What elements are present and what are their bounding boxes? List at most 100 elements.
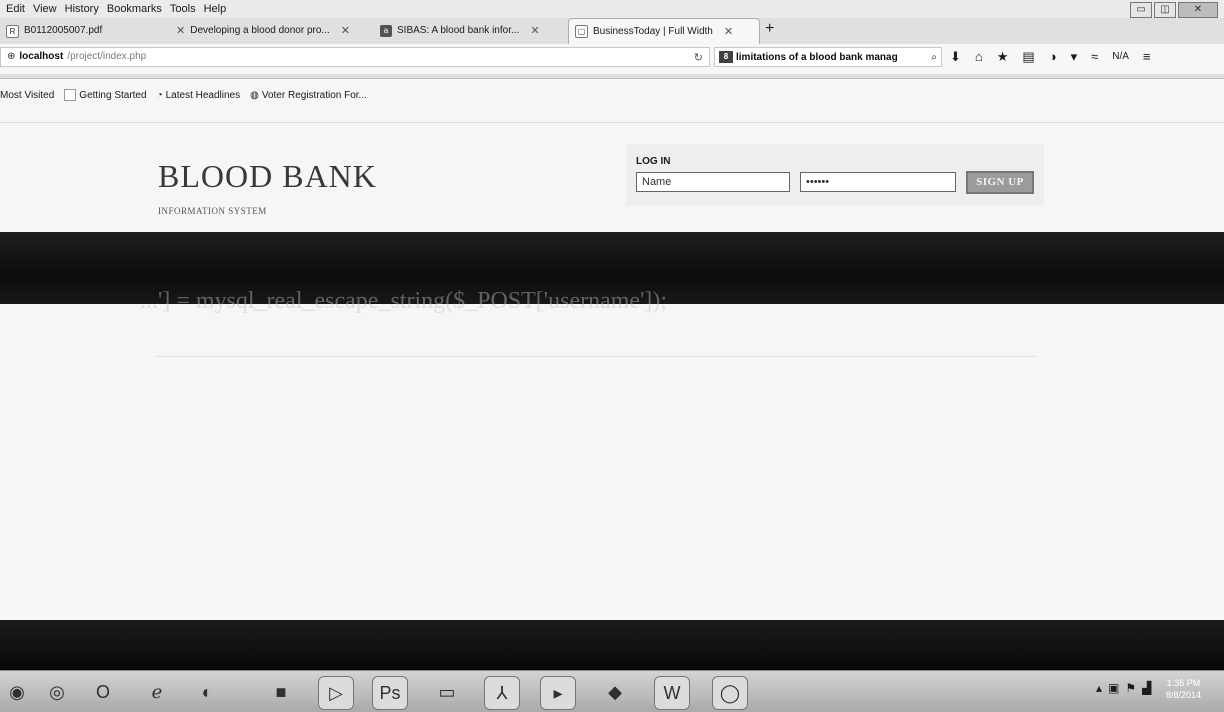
taskbar-explorer[interactable]: ▭ [430,676,464,708]
bookmark-latest-headlines[interactable]: ◔ Latest Headlines [157,90,241,101]
globe-icon: ⊕ [7,51,16,62]
navigation-row: ⊕ localhost/project/index.php ↻ 8 limitat… [0,44,1224,74]
flag-icon[interactable]: ⚑ [1125,681,1136,695]
bookmarks-bar: Most Visited Getting Started ◔ Latest Hea… [0,86,1224,104]
photoshop-icon: Ps [379,682,401,703]
acrobat-icon: ⅄ [496,682,508,703]
home-icon[interactable]: ⌂ [975,49,983,65]
tab-pdf[interactable]: R B0112005007.pdf [0,18,170,44]
new-tab-button[interactable]: + [765,20,774,38]
url-host: localhost [19,51,64,62]
page-icon: ▢ [575,25,588,38]
star-icon[interactable]: ★ [997,49,1009,65]
tray-arrow-icon[interactable]: ▴ [1096,681,1102,695]
addon-icon[interactable]: ◑ [1049,49,1057,65]
search-engine-icon[interactable]: 8 [719,51,733,64]
menu-bar: Edit View History Bookmarks Tools Help ▭… [0,0,1224,18]
search-icon[interactable]: ⌕ [931,48,937,66]
tab-sibas[interactable]: a SIBAS: A blood bank infor... ✕ [374,18,564,44]
menu-bookmarks[interactable]: Bookmarks [107,3,162,15]
menu-help[interactable]: Help [204,3,227,15]
taskbar-acrobat[interactable]: ⅄ [484,676,520,710]
media-player-icon: ▷ [329,682,343,703]
reload-icon[interactable]: ↻ [694,48,703,68]
internet-explorer-icon: ℯ [151,681,163,702]
clock[interactable]: 1:36 PM 8/8/2014 [1166,677,1201,701]
tab-title: B0112005007.pdf [24,25,103,36]
close-tab-icon[interactable]: ✕ [341,18,350,44]
url-path: /project/index.php [67,51,147,62]
folder-icon: ▭ [438,681,456,702]
download-icon[interactable]: ⬇ [950,49,961,65]
url-bar[interactable]: ⊕ localhost/project/index.php ↻ [0,47,710,67]
opera-icon: O [95,681,110,702]
taskbar-app[interactable]: ◐ [190,676,224,708]
search-box[interactable]: 8 limitations of a blood bank manag ⌕ [714,47,942,67]
menu-list: Edit View History Bookmarks Tools Help [6,3,226,15]
circle-app-icon: ◯ [719,682,741,703]
taskbar-app-active[interactable]: ◯ [712,676,748,710]
search-text: limitations of a blood bank manag [736,52,898,63]
tab-title: BusinessToday | Full Width [593,25,713,37]
word-icon: W [663,682,681,703]
tab-title: SIBAS: A blood bank infor... [397,25,520,36]
academia-icon: a [380,25,392,37]
bookmark-voter-registration[interactable]: ◍ Voter Registration For... [250,90,367,101]
content-divider [156,356,1036,357]
page-icon [64,89,77,101]
bookmark-label: Latest Headlines [165,89,241,101]
taskbar-photoshop[interactable]: Ps [372,676,408,710]
menu-view[interactable]: View [33,3,57,15]
taskbar-ie[interactable]: ℯ [140,676,174,708]
bookmark-label: Most Visited [0,89,55,101]
menu-icon[interactable]: ≡ [1143,49,1151,65]
start-button[interactable]: ◉ [0,676,34,708]
taskbar-chrome[interactable]: ◎ [40,676,74,708]
toolbar-icons: ⬇ ⌂ ★ ▤ ◑ ▾ ≈ N/A ≡ [950,49,1151,65]
site-subtitle: INFORMATION SYSTEM [158,206,267,216]
menu-edit[interactable]: Edit [6,3,25,15]
taskbar: ◉ ◎ O ℯ ◐ ■ ▷ Ps ▭ ⅄ ▸ ◆ W ◯ ▴ ▣ ⚑ ▟ 1:3… [0,670,1224,712]
bookmark-list-icon[interactable]: ▤ [1022,49,1034,65]
sign-up-button[interactable]: SIGN UP [966,171,1034,194]
bookmark-label: Voter Registration For... [261,89,367,101]
taskbar-word[interactable]: W [654,676,690,710]
bookmark-most-visited[interactable]: Most Visited [0,90,54,101]
menu-history[interactable]: History [65,3,99,15]
globe-icon: ◍ [250,89,259,101]
bookmark-label: Getting Started [79,89,147,101]
taskbar-cmd[interactable]: ■ [264,676,298,708]
clock-date: 8/8/2014 [1166,690,1202,700]
taskbar-opera[interactable]: O [86,676,120,708]
username-field[interactable] [636,172,790,192]
site-title: BLOOD BANK [158,158,377,194]
taskbar-project[interactable]: ▸ [540,676,576,710]
tab-blood-donor[interactable]: ✕ Developing a blood donor pro... ✕ [164,18,370,44]
diamond-icon: ◆ [608,681,622,702]
maximize-button[interactable]: ◫ [1154,2,1176,18]
dropdown-icon[interactable]: ▾ [1071,49,1078,65]
bleed-through-text: ...'] = mysql_real_escape_string($_POST[… [140,288,668,314]
toolbar-na: N/A [1112,51,1129,62]
bookmark-getting-started[interactable]: Getting Started [64,89,147,101]
taskbar-media[interactable]: ▷ [318,676,354,710]
menu-tools[interactable]: Tools [170,3,196,15]
signal-bars-icon[interactable]: ▟ [1142,681,1151,695]
taskbar-diamond[interactable]: ◆ [598,676,632,708]
tab-strip: R B0112005007.pdf ✕ Developing a blood d… [0,18,1224,79]
close-tab-icon[interactable]: ✕ [724,19,733,44]
close-window-button[interactable]: ✕ [1178,2,1218,18]
minimize-button[interactable]: ▭ [1130,2,1152,18]
close-tab-icon[interactable]: ✕ [530,18,539,44]
windows-icon: ◉ [9,681,25,702]
tab-title: Developing a blood donor pro... [190,25,330,36]
password-field[interactable] [800,172,956,192]
network-icon[interactable]: ▣ [1108,681,1119,695]
signal-icon[interactable]: ≈ [1091,49,1098,65]
project-icon: ▸ [553,682,563,703]
footer-band [0,620,1224,670]
tab-businesstoday[interactable]: ▢ BusinessToday | Full Width ✕ [568,18,760,44]
chrome-divider [0,122,1224,123]
rss-icon: ◔ [156,89,163,101]
close-tab-icon[interactable]: ✕ [176,18,185,44]
